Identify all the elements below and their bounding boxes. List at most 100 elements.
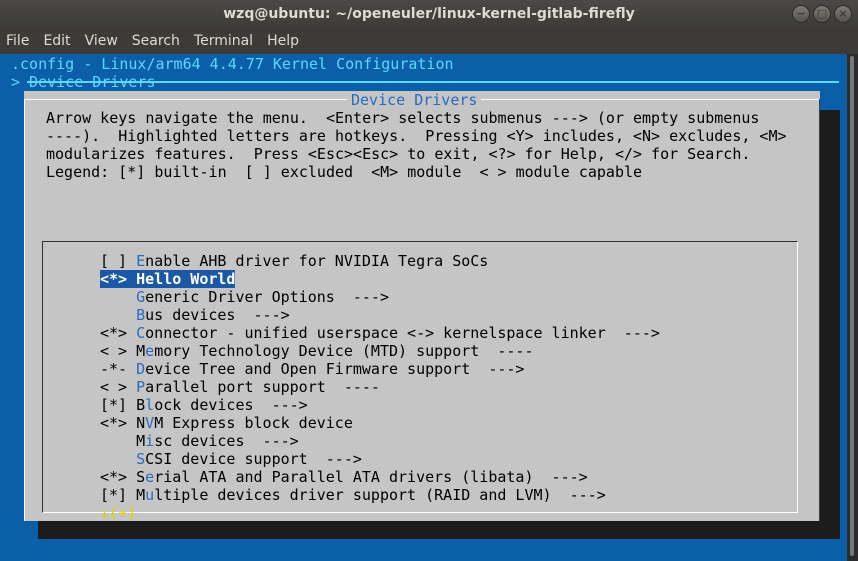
menu-item-state: <*> <box>100 270 137 288</box>
window-title: wzq@ubuntu: ~/openeuler/linux-kernel-git… <box>223 6 635 22</box>
menu-item-label: ock devices ---> <box>154 396 308 414</box>
menu-item-label-start: B <box>136 396 146 414</box>
menu-item-hotkey: B <box>136 306 146 324</box>
menu-item[interactable]: < > Parallel port support ---- <box>100 378 660 396</box>
menu-file[interactable]: File <box>0 29 36 54</box>
menu-item-state: < > <box>100 378 137 396</box>
close-icon[interactable]: × <box>834 5 852 23</box>
menu-item[interactable]: Bus devices ---> <box>100 306 660 324</box>
menu-item[interactable]: <*> Connector - unified userspace <-> ke… <box>100 324 660 342</box>
menu-item[interactable]: Misc devices ---> <box>100 432 660 450</box>
dialog-border-right <box>819 99 820 521</box>
menu-item[interactable]: <*> Serial ATA and Parallel ATA drivers … <box>100 468 660 486</box>
menu-item[interactable]: <*> Hello World <box>100 270 660 288</box>
menu-item-label: M Express block device <box>154 414 353 432</box>
menu-item-label: ltiple devices driver support (RAID and … <box>154 486 606 504</box>
menu-item-content: -*- Device Tree and Open Firmware suppor… <box>100 360 524 378</box>
menu-item[interactable]: [ ] Enable AHB driver for NVIDIA Tegra S… <box>100 252 660 270</box>
menu-item[interactable]: < > Memory Technology Device (MTD) suppo… <box>100 342 660 360</box>
help-line: Arrow keys navigate the menu. <Enter> se… <box>46 109 760 127</box>
help-text: Arrow keys navigate the menu. <Enter> se… <box>46 109 787 181</box>
maximize-icon[interactable]: □ <box>813 5 831 23</box>
menu-item-state: [*] <box>100 486 137 504</box>
help-line: ----). Highlighted letters are hotkeys. … <box>46 127 787 145</box>
menu-item-hotkey: H <box>136 270 146 288</box>
menu-item[interactable]: Generic Driver Options ---> <box>100 288 660 306</box>
menu-item-label-start: M <box>136 432 146 450</box>
menu-item[interactable]: SCSI device support ---> <box>100 450 660 468</box>
menu-item-state: -*- <box>100 360 137 378</box>
menu-item[interactable]: <*> NVM Express block device <box>100 414 660 432</box>
dialog-shadow-bottom <box>38 521 840 539</box>
header-rule <box>27 81 839 83</box>
menu-item-label-start: S <box>136 468 146 486</box>
menu-list: [ ] Enable AHB driver for NVIDIA Tegra S… <box>100 252 660 504</box>
menu-item-content: [*] Multiple devices driver support (RAI… <box>100 486 606 504</box>
menu-item-hotkey: V <box>145 414 155 432</box>
menu-item-label: CSI device support ---> <box>145 450 362 468</box>
menu-item-content: <*> Serial ATA and Parallel ATA drivers … <box>100 468 588 486</box>
window-controls: − □ × <box>792 5 852 23</box>
menu-terminal[interactable]: Terminal <box>187 29 260 54</box>
menu-item-label-start: M <box>136 342 146 360</box>
menu-item-label-start: M <box>136 486 146 504</box>
help-line: modularizes features. Press <Esc><Esc> t… <box>46 145 751 163</box>
dialog-title: Device Drivers <box>347 91 482 109</box>
menu-item-label: evice Tree and Open Firmware support ---… <box>145 360 525 378</box>
dialog-border-left <box>24 99 25 521</box>
window-titlebar[interactable]: wzq@ubuntu: ~/openeuler/linux-kernel-git… <box>0 0 858 29</box>
menu-item-label: onnector - unified userspace <-> kernels… <box>145 324 660 342</box>
menu-item-content: [*] Block devices ---> <box>100 396 308 414</box>
menu-item[interactable]: [*] Block devices ---> <box>100 396 660 414</box>
menu-help[interactable]: Help <box>260 29 306 54</box>
menu-view[interactable]: View <box>78 29 125 54</box>
more-items-indicator: ↓(+) <box>100 504 137 521</box>
menu-item-content: Bus devices ---> <box>100 306 290 324</box>
menu-item-hotkey: D <box>136 360 146 378</box>
minimize-icon[interactable]: − <box>792 5 810 23</box>
menu-item-label: us devices ---> <box>145 306 290 324</box>
config-header: .config - Linux/arm64 4.4.77 Kernel Conf… <box>11 55 454 73</box>
menu-search[interactable]: Search <box>125 29 187 54</box>
menu-item-hotkey: e <box>145 342 155 360</box>
menu-item-label: arallel port support ---- <box>145 378 380 396</box>
menu-item-state: <*> <box>100 468 137 486</box>
menubar: File Edit View Search Terminal Help <box>0 29 858 54</box>
menu-item-label: mory Technology Device (MTD) support ---… <box>154 342 534 360</box>
menu-item-label: sc devices ---> <box>154 432 299 450</box>
menu-item-label-start: N <box>136 414 146 432</box>
menu-item-hotkey: e <box>145 468 155 486</box>
menu-edit[interactable]: Edit <box>36 29 77 54</box>
menu-item-hotkey: P <box>136 378 146 396</box>
menu-box: [ ] Enable AHB driver for NVIDIA Tegra S… <box>42 241 798 521</box>
dialog-shadow-right <box>820 110 840 538</box>
menu-item-hotkey: S <box>136 450 146 468</box>
terminal-area[interactable]: .config - Linux/arm64 4.4.77 Kernel Conf… <box>0 54 847 561</box>
menu-item-content: < > Memory Technology Device (MTD) suppo… <box>100 342 533 360</box>
terminal-window: wzq@ubuntu: ~/openeuler/linux-kernel-git… <box>0 0 858 561</box>
menu-item-content: <*> NVM Express block device <box>100 414 353 432</box>
menu-item-state: [*] <box>100 396 137 414</box>
menu-item-label: ello World <box>145 270 236 288</box>
menu-item-content: Generic Driver Options ---> <box>100 288 389 306</box>
menu-item-state <box>100 432 136 450</box>
menu-item-hotkey: G <box>136 288 146 306</box>
menu-item-hotkey: C <box>136 324 146 342</box>
menu-item-state <box>100 306 136 324</box>
menu-item-content: SCSI device support ---> <box>100 450 362 468</box>
scrollbar-thumb[interactable] <box>850 56 854 556</box>
menu-item-content: <*> Connector - unified userspace <-> ke… <box>100 324 660 342</box>
menu-item-state <box>100 288 136 306</box>
menu-item-content: <*> Hello World <box>100 270 236 288</box>
menu-item-hotkey: i <box>145 432 155 450</box>
menu-item-hotkey: E <box>136 252 146 270</box>
menu-item-content: [ ] Enable AHB driver for NVIDIA Tegra S… <box>100 252 488 270</box>
help-line: Legend: [*] built-in [ ] excluded <M> mo… <box>46 163 643 181</box>
menu-item[interactable]: [*] Multiple devices driver support (RAI… <box>100 486 660 504</box>
menu-item-label: rial ATA and Parallel ATA drivers (libat… <box>154 468 588 486</box>
menu-item-label: eneric Driver Options ---> <box>145 288 389 306</box>
terminal-scrollbar[interactable] <box>847 54 858 561</box>
menu-item-hotkey: l <box>145 396 155 414</box>
menu-item[interactable]: -*- Device Tree and Open Firmware suppor… <box>100 360 660 378</box>
menu-item-state: [ ] <box>100 252 137 270</box>
